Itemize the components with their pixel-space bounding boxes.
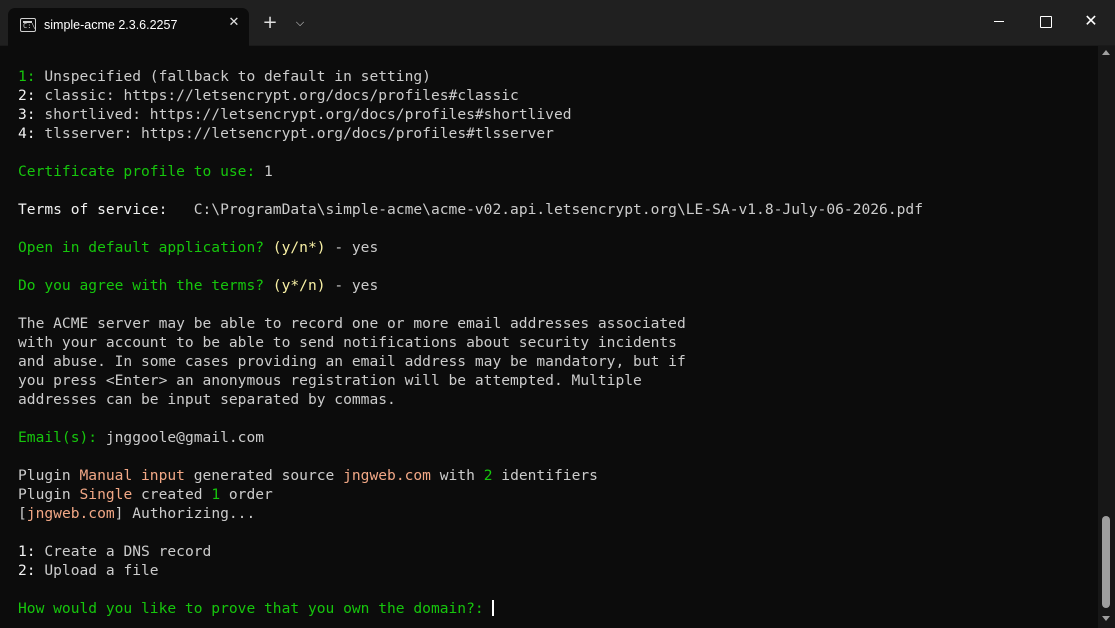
maximize-button[interactable] bbox=[1022, 0, 1068, 42]
text-cursor bbox=[492, 600, 494, 616]
profile-option-1: 1: Unspecified (fallback to default in s… bbox=[18, 68, 431, 85]
profile-option-4: 4: tlsserver: https://letsencrypt.org/do… bbox=[18, 125, 554, 142]
scroll-up-arrow-icon[interactable] bbox=[1102, 50, 1110, 55]
domain-proof-prompt: How would you like to prove that you own… bbox=[18, 599, 494, 618]
scroll-down-arrow-icon[interactable] bbox=[1102, 616, 1110, 621]
email-info-line-1: The ACME server may be able to record on… bbox=[18, 315, 686, 332]
vertical-scrollbar[interactable] bbox=[1098, 46, 1115, 628]
email-info-line-3: and abuse. In some cases providing an em… bbox=[18, 353, 686, 370]
validation-option-1: 1: Create a DNS record bbox=[18, 543, 212, 560]
profile-option-3: 3: shortlived: https://letsencrypt.org/d… bbox=[18, 106, 572, 123]
email-info-line-5: addresses can be input separated by comm… bbox=[18, 391, 396, 408]
validation-option-2: 2: Upload a file bbox=[18, 562, 159, 579]
email-info-line-2: with your account to be able to send not… bbox=[18, 334, 677, 351]
close-tab-icon[interactable]: ✕ bbox=[227, 16, 241, 30]
chevron-down-icon[interactable]: ⌵ bbox=[290, 12, 310, 34]
prompt-input[interactable] bbox=[484, 600, 493, 617]
new-tab-button[interactable]: + bbox=[259, 12, 281, 34]
authorizing-line: [jngweb.com] Authorizing... bbox=[18, 505, 256, 522]
plugin-source-line: Plugin Manual input generated source jng… bbox=[18, 467, 598, 484]
email-info-line-4: you press <Enter> an anonymous registrat… bbox=[18, 372, 642, 389]
profile-prompt: Certificate profile to use: 1 bbox=[18, 163, 273, 180]
open-prompt: Open in default application? (y/n*) - ye… bbox=[18, 239, 379, 256]
profile-option-2: 2: classic: https://letsencrypt.org/docs… bbox=[18, 87, 519, 104]
tab-title: simple-acme 2.3.6.2257 bbox=[44, 18, 178, 32]
agree-prompt: Do you agree with the terms? (y*/n) - ye… bbox=[18, 277, 379, 294]
terminal-output[interactable]: 1: Unspecified (fallback to default in s… bbox=[0, 46, 1098, 628]
terminal-icon: C:\ bbox=[20, 18, 36, 32]
scrollbar-thumb[interactable] bbox=[1102, 516, 1110, 608]
title-bar: C:\ simple-acme 2.3.6.2257 ✕ + ⌵ ✕ bbox=[0, 0, 1115, 46]
tab-simple-acme[interactable]: C:\ simple-acme 2.3.6.2257 ✕ bbox=[8, 8, 249, 46]
plugin-order-line: Plugin Single created 1 order bbox=[18, 486, 273, 503]
minimize-button[interactable] bbox=[976, 0, 1022, 42]
email-prompt: Email(s): jnggoole@gmail.com bbox=[18, 429, 265, 446]
terms-of-service: Terms of service: C:\ProgramData\simple-… bbox=[18, 201, 923, 218]
close-window-button[interactable]: ✕ bbox=[1068, 0, 1114, 42]
